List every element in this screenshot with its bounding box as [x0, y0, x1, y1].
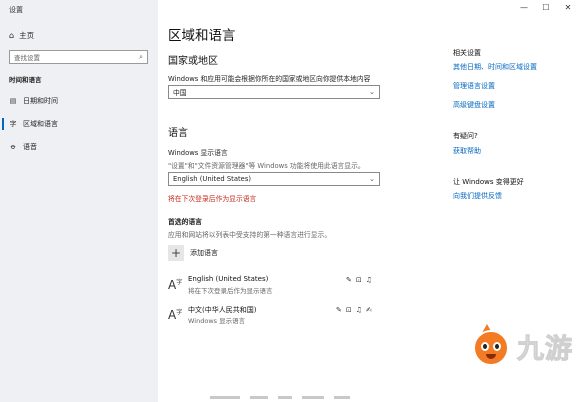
sidebar-item-speech[interactable]: ꝋ 语音: [9, 140, 149, 154]
plus-icon: +: [168, 245, 184, 261]
sidebar-item-label: 语音: [23, 143, 37, 151]
display-language-dropdown[interactable]: English (United States) ⌄: [168, 172, 380, 186]
sidebar-item-label: 日期和时间: [23, 97, 58, 105]
language-name: 中文(中华人民共和国): [188, 306, 257, 314]
display-language-warning: 将在下次登录后作为显示语言: [168, 195, 257, 203]
navigation-pane: 设置 ⌂ 主页 查找设置 ⌕ 时间和语言 ▤ 日期和时间 字 区域和语言 ꝋ 语…: [0, 0, 158, 402]
footer-blur: [210, 396, 400, 402]
watermark-logo: 九游: [469, 324, 573, 368]
add-language-label: 添加语言: [190, 249, 218, 257]
question-heading: 有疑问?: [453, 132, 478, 140]
sidebar-item-region-language[interactable]: 字 区域和语言: [2, 117, 149, 131]
nav-home[interactable]: ⌂ 主页: [9, 28, 149, 42]
close-button[interactable]: ✕: [561, 3, 575, 13]
region-heading: 国家或地区: [168, 56, 218, 67]
display-language-value: English (United States): [173, 175, 252, 183]
nav-home-label: 主页: [19, 30, 35, 40]
preferred-languages-description: 应用和网站将以列表中受支持的第一种语言进行显示。: [168, 231, 332, 239]
display-feature-icon: ⊡: [345, 306, 352, 314]
sidebar-item-label: 区域和语言: [23, 120, 58, 128]
app-title: 设置: [9, 6, 23, 14]
language-status: 将在下次登录后作为显示语言: [188, 287, 273, 295]
language-features: ✎ ⊡ ♫: [346, 276, 372, 284]
related-settings-heading: 相关设置: [453, 49, 481, 57]
typing-feature-icon: ✍: [366, 306, 372, 314]
language-features: ✎ ⊡ ♫ ✍: [336, 306, 372, 314]
sidebar-item-date-time[interactable]: ▤ 日期和时间: [9, 94, 149, 108]
region-language-icon: 字: [9, 120, 17, 128]
search-input[interactable]: 查找设置 ⌕: [9, 50, 148, 64]
link-advanced-keyboard[interactable]: 高级键盘设置: [453, 100, 495, 110]
language-glyph-icon: A字: [168, 278, 183, 292]
link-get-help[interactable]: 获取帮助: [453, 146, 481, 156]
watermark-text: 九游: [517, 333, 573, 365]
page-title: 区域和语言: [168, 28, 236, 44]
language-name: English (United States): [188, 275, 269, 283]
search-icon: ⌕: [139, 52, 143, 61]
settings-window: 设置 ⌂ 主页 查找设置 ⌕ 时间和语言 ▤ 日期和时间 字 区域和语言 ꝋ 语…: [0, 0, 584, 402]
mascot-icon: [469, 324, 513, 368]
language-glyph-icon: A字: [168, 308, 183, 322]
language-heading: 语言: [168, 128, 188, 139]
chevron-down-icon: ⌄: [369, 88, 375, 96]
display-language-description: "设置"和"文件资源管理器"等 Windows 功能将使用此语言显示。: [168, 162, 365, 170]
link-other-date-time-region[interactable]: 其他日期、时间和区域设置: [453, 62, 537, 72]
add-language-button[interactable]: + 添加语言: [168, 244, 218, 262]
region-value: 中国: [173, 89, 187, 97]
maximize-button[interactable]: ☐: [539, 3, 553, 13]
region-description: Windows 和应用可能会根据你所在的国家或地区向你提供本地内容: [168, 75, 371, 83]
handwriting-feature-icon: ✎: [346, 276, 352, 284]
home-icon: ⌂: [9, 30, 15, 40]
handwriting-feature-icon: ✎: [336, 306, 342, 314]
nav-section-label: 时间和语言: [9, 76, 42, 84]
display-feature-icon: ⊡: [355, 276, 362, 284]
language-list-item-chinese[interactable]: A字 中文(中华人民共和国) Windows 显示语言 ✎ ⊡ ♫ ✍: [168, 305, 378, 327]
calendar-clock-icon: ▤: [9, 97, 17, 105]
speech-feature-icon: ♫: [365, 276, 373, 284]
link-manage-language[interactable]: 管理语言设置: [453, 81, 495, 91]
display-language-label: Windows 显示语言: [168, 149, 228, 157]
microphone-icon: ꝋ: [10, 143, 16, 151]
chevron-down-icon: ⌄: [369, 175, 375, 183]
region-dropdown[interactable]: 中国 ⌄: [168, 85, 380, 99]
language-status: Windows 显示语言: [188, 317, 246, 325]
preferred-languages-heading: 首选的语言: [168, 218, 202, 226]
improve-windows-heading: 让 Windows 变得更好: [453, 178, 524, 186]
speech-feature-icon: ♫: [355, 306, 363, 314]
search-placeholder: 查找设置: [14, 54, 40, 62]
language-list-item-english[interactable]: A字 English (United States) 将在下次登录后作为显示语言…: [168, 275, 378, 297]
minimize-button[interactable]: —: [517, 3, 531, 13]
link-give-feedback[interactable]: 向我们提供反馈: [453, 191, 502, 201]
